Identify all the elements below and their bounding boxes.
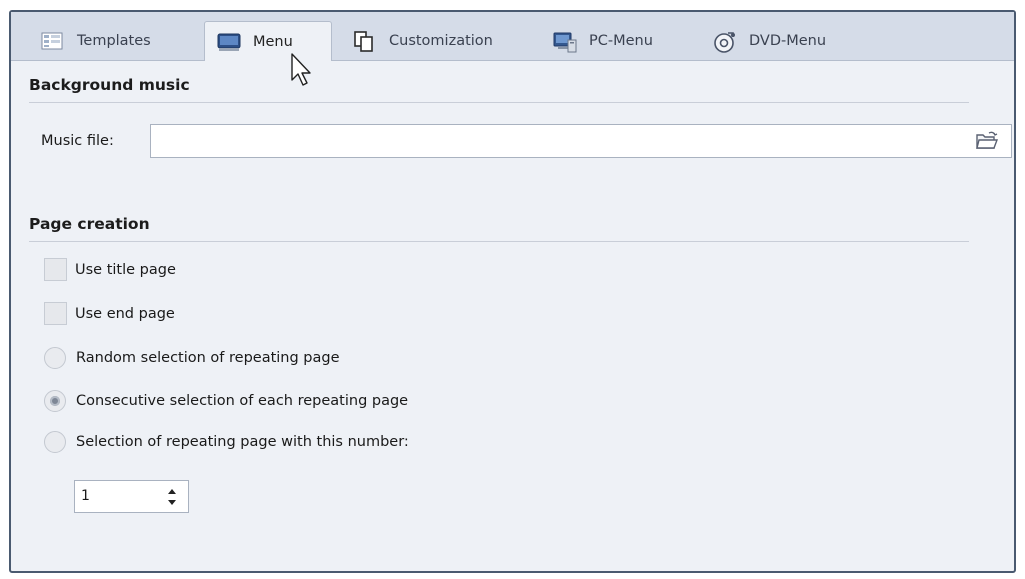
pc-menu-icon — [553, 31, 577, 52]
tab-templates-label: Templates — [77, 32, 151, 49]
background-music-heading: Background music — [29, 76, 190, 94]
page-creation-divider — [29, 241, 969, 242]
tab-dvd-menu[interactable]: DVD-Menu — [701, 21, 861, 60]
tab-pc-menu[interactable]: PC-Menu — [541, 21, 691, 60]
random-selection-radio[interactable]: Random selection of repeating page — [44, 347, 340, 369]
use-title-page-checkbox[interactable]: Use title page — [44, 258, 176, 281]
number-selection-label: Selection of repeating page with this nu… — [76, 434, 409, 450]
tab-menu-label: Menu — [253, 33, 293, 50]
checkbox-box[interactable] — [44, 302, 67, 325]
use-end-page-label: Use end page — [75, 305, 175, 322]
tab-pc-menu-label: PC-Menu — [589, 32, 653, 49]
dvd-icon — [713, 31, 735, 53]
spin-arrows-icon[interactable] — [166, 486, 178, 508]
menu-settings-panel: Templates Menu Customization PC-Menu DVD… — [9, 10, 1016, 573]
tab-templates[interactable]: Templates — [29, 21, 199, 60]
page-creation-heading: Page creation — [29, 215, 150, 233]
checkbox-box[interactable] — [44, 258, 67, 281]
tab-customization-label: Customization — [389, 32, 493, 49]
radio-button[interactable] — [44, 347, 66, 369]
radio-button[interactable] — [44, 431, 66, 453]
tab-dvd-menu-label: DVD-Menu — [749, 32, 827, 49]
copy-pages-icon — [353, 30, 375, 52]
music-file-input[interactable] — [150, 124, 1012, 158]
use-title-page-label: Use title page — [75, 261, 176, 278]
folder-open-icon — [975, 131, 999, 156]
radio-button-selected[interactable] — [44, 390, 66, 412]
browse-music-button[interactable] — [975, 130, 999, 152]
use-end-page-checkbox[interactable]: Use end page — [44, 302, 175, 325]
background-music-divider — [29, 102, 969, 103]
page-number-value[interactable]: 1 — [81, 488, 90, 504]
music-file-label: Music file: — [41, 133, 114, 149]
templates-icon — [41, 31, 63, 51]
tab-customization[interactable]: Customization — [341, 21, 531, 60]
number-selection-radio[interactable]: Selection of repeating page with this nu… — [44, 431, 409, 453]
random-selection-label: Random selection of repeating page — [76, 350, 340, 366]
page-number-stepper[interactable]: 1 — [74, 480, 189, 513]
monitor-icon — [217, 32, 241, 52]
mouse-pointer-icon — [290, 52, 314, 88]
consecutive-selection-radio[interactable]: Consecutive selection of each repeating … — [44, 390, 408, 412]
consecutive-selection-label: Consecutive selection of each repeating … — [76, 393, 409, 409]
tab-bar: Templates Menu Customization PC-Menu DVD… — [11, 12, 1014, 61]
